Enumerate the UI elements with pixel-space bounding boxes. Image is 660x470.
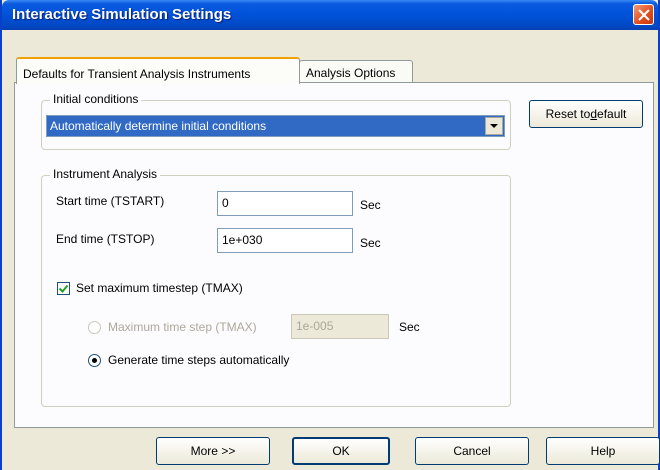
ok-button[interactable]: OK [292, 437, 390, 465]
tab-analysis-options[interactable]: Analysis Options [299, 60, 413, 83]
instrument-analysis-group: Instrument Analysis Start time (TSTART) … [41, 167, 511, 407]
reset-default-label: Reset to default [545, 107, 627, 121]
max-step-input[interactable]: 1e-005 [291, 314, 389, 339]
max-step-unit: Sec [399, 320, 420, 334]
checkmark-icon [58, 284, 69, 293]
start-time-input[interactable]: 0 [217, 191, 353, 216]
tab-label: Analysis Options [306, 66, 396, 80]
close-button[interactable] [633, 4, 654, 25]
end-time-input[interactable]: 1e+030 [217, 228, 353, 253]
dropdown-button[interactable] [485, 117, 503, 135]
window-title: Interactive Simulation Settings [12, 6, 232, 23]
close-icon [638, 9, 650, 21]
max-step-label: Maximum time step (TMAX) [108, 320, 257, 334]
help-button[interactable]: Help [546, 437, 660, 465]
radio-dot-icon [92, 358, 97, 363]
max-step-radio[interactable] [88, 321, 101, 334]
tab-label: Defaults for Transient Analysis Instrume… [23, 67, 251, 81]
title-bar[interactable]: Interactive Simulation Settings [2, 0, 658, 30]
set-tmax-checkbox[interactable] [57, 282, 70, 295]
end-time-label: End time (TSTOP) [56, 232, 155, 246]
reset-default-button[interactable]: Reset to default [529, 100, 643, 128]
input-value: 0 [222, 196, 229, 210]
end-time-unit: Sec [360, 236, 381, 250]
more-label: More >> [190, 444, 236, 458]
ok-label: OK [332, 444, 350, 458]
tab-panel: Initial conditions Automatically determi… [14, 82, 654, 428]
cancel-label: Cancel [453, 444, 491, 458]
help-label: Help [590, 444, 616, 458]
auto-step-radio[interactable] [88, 354, 101, 367]
set-tmax-label: Set maximum timestep (TMAX) [76, 281, 243, 295]
input-value: 1e-005 [296, 319, 334, 333]
dialog-window: Interactive Simulation Settings Defaults… [0, 0, 660, 470]
more-button[interactable]: More >> [156, 437, 270, 465]
start-time-unit: Sec [360, 198, 381, 212]
input-value: 1e+030 [222, 233, 263, 247]
group-title: Instrument Analysis [50, 167, 161, 181]
start-time-label: Start time (TSTART) [56, 194, 165, 208]
cancel-button[interactable]: Cancel [415, 437, 529, 465]
chevron-down-icon [490, 124, 498, 128]
initial-conditions-select[interactable]: Automatically determine initial conditio… [46, 115, 505, 137]
select-value: Automatically determine initial conditio… [50, 119, 267, 133]
group-title: Initial conditions [50, 92, 142, 106]
auto-step-label: Generate time steps automatically [108, 353, 290, 367]
initial-conditions-group: Initial conditions Automatically determi… [41, 92, 511, 150]
tab-transient-defaults[interactable]: Defaults for Transient Analysis Instrume… [16, 57, 300, 84]
